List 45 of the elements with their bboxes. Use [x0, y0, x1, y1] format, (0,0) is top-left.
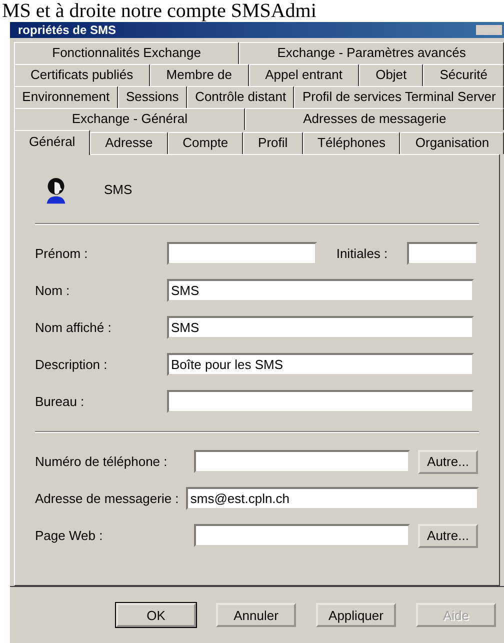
input-field[interactable]: SMS: [167, 279, 474, 302]
field-label: Initiales :: [335, 246, 389, 261]
field-label: Page Web :: [35, 528, 104, 543]
tab[interactable]: Objet: [359, 64, 424, 86]
input-field[interactable]: [194, 524, 410, 547]
field-label: Numéro de téléphone :: [35, 454, 168, 469]
tab[interactable]: Profil de services Terminal Server: [294, 86, 504, 108]
input-field[interactable]: [194, 450, 410, 473]
other-button[interactable]: Autre...: [418, 450, 478, 474]
tab[interactable]: Contrôle distant: [186, 86, 294, 108]
tab[interactable]: Exchange - Général: [14, 108, 246, 130]
tab[interactable]: Organisation: [400, 132, 504, 154]
tab[interactable]: Exchange - Paramètres avancés: [239, 42, 504, 64]
tab[interactable]: Profil: [243, 132, 303, 154]
page-text: MS et à droite notre compte SMSAdmi: [1, 0, 318, 22]
tab[interactable]: Fonctionnalités Exchange: [14, 42, 240, 64]
window-title: ropriétés de SMS: [17, 22, 116, 38]
field-label: Nom :: [35, 283, 71, 298]
input-field[interactable]: sms@est.cpln.ch: [186, 487, 479, 510]
input-field[interactable]: SMS: [167, 316, 474, 339]
tab[interactable]: Environnement: [14, 86, 118, 108]
input-field[interactable]: [407, 242, 478, 265]
field-label: Adresse de messagerie :: [35, 491, 180, 506]
dialog-button[interactable]: Annuler: [216, 603, 296, 627]
tab[interactable]: Compte: [168, 132, 244, 154]
tab[interactable]: Général: [14, 130, 90, 155]
input-field[interactable]: Boîte pour les SMS: [167, 353, 474, 376]
tab[interactable]: Sessions: [118, 86, 187, 108]
tab[interactable]: Appel entrant: [248, 64, 360, 86]
tab[interactable]: Adresses de messagerie: [245, 108, 504, 130]
dialog-button[interactable]: OK: [116, 603, 196, 627]
field-label: Prénom :: [35, 246, 89, 261]
user-name: SMS: [104, 182, 132, 196]
input-field[interactable]: [167, 242, 317, 265]
dialog-button[interactable]: Appliquer: [316, 603, 396, 627]
field-label: Bureau :: [35, 394, 86, 409]
tab[interactable]: Membre de: [150, 64, 249, 86]
tab[interactable]: Téléphones: [302, 132, 400, 154]
field-label: Nom affiché :: [35, 320, 112, 335]
tab[interactable]: Certificats publiés: [14, 64, 150, 86]
other-button[interactable]: Autre...: [418, 524, 478, 548]
tab[interactable]: Adresse: [90, 132, 168, 154]
input-field[interactable]: [167, 390, 474, 413]
tab[interactable]: Sécurité: [423, 64, 504, 86]
field-label: Description :: [35, 357, 108, 372]
